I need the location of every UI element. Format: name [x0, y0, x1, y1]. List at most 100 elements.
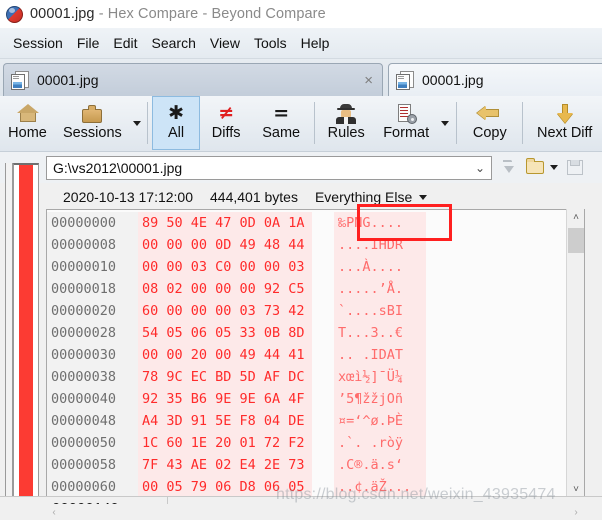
hex-offset: 00000008	[47, 234, 138, 256]
hex-row[interactable]: 00000028 54 05 06 05 33 0B 8D 80 T...3..€	[47, 322, 602, 344]
horizontal-scrollbar[interactable]: ‹ ›	[46, 504, 584, 520]
toolbar-next-diff-button[interactable]: Next Diff	[527, 96, 602, 150]
hex-row[interactable]: 00000030 00 00 20 00 49 44 41 54.. .IDAT	[47, 344, 602, 366]
hex-row[interactable]: 00000048 A4 3D 91 5E F8 04 DE C8 ¤=‘^ø.ÞÈ	[47, 410, 602, 432]
toolbar-same-button[interactable]: = Same	[253, 96, 310, 150]
difference-map[interactable]	[13, 163, 39, 498]
asterisk-icon: ✱	[168, 102, 184, 124]
toolbar-sessions-button[interactable]: Sessions	[55, 96, 130, 150]
hex-row[interactable]: 00000020 60 00 00 00 03 73 42 49 `....sBI	[47, 300, 602, 322]
path-value: G:\vs2012\00001.jpg	[53, 159, 183, 176]
hex-gap	[312, 410, 334, 432]
copy-left-arrow-icon	[477, 103, 503, 125]
hex-gap	[312, 366, 334, 388]
hex-row[interactable]: 00000060 00 05 79 06 D8 06 05 04 ..¢.äŽ...	[47, 476, 602, 497]
file-timestamp: 2020-10-13 17:12:00	[63, 189, 193, 205]
toolbar-rules-label: Rules	[327, 125, 365, 141]
toolbar: Home Sessions ✱ All ≠ Diffs = Same Rules…	[0, 96, 602, 152]
hex-gap	[312, 454, 334, 476]
hex-offset: 00000000	[47, 212, 138, 234]
hex-row[interactable]: 00000038 78 9C EC BD 5D AF DC BC xœì½]¯Ü¼	[47, 366, 602, 388]
tab-00001-jpg-left[interactable]: 00001.jpg ×	[3, 63, 383, 96]
next-diff-down-arrow-icon	[552, 103, 578, 125]
scroll-left-icon[interactable]: ‹	[46, 504, 62, 520]
open-folder-dropdown-chevron-down-icon[interactable]	[548, 155, 560, 180]
hex-gap	[312, 388, 334, 410]
not-equal-icon: ≠	[218, 102, 235, 124]
hex-offset: 00000058	[47, 454, 138, 476]
open-folder-icon[interactable]	[523, 155, 548, 180]
hex-bytes: 00 00 20 00 49 44 41 54	[138, 344, 329, 366]
hex-ascii: ....IHDR	[334, 234, 426, 256]
hex-row[interactable]: 00000050 1C 60 1E 20 01 72 F2 FF .`. .ròÿ	[47, 432, 602, 454]
format-dropdown-chevron-down-icon[interactable]	[439, 96, 453, 150]
document-image-icon	[11, 71, 29, 90]
hex-gap	[312, 344, 334, 366]
menu-item-edit[interactable]: Edit	[106, 32, 144, 55]
menu-item-file[interactable]: File	[70, 32, 107, 55]
hex-offset: 00000040	[47, 388, 138, 410]
close-icon[interactable]: ×	[361, 73, 376, 88]
tab-00001-jpg-right[interactable]: 00001.jpg	[388, 63, 602, 96]
toolbar-home-button[interactable]: Home	[0, 96, 55, 150]
menu-item-help[interactable]: Help	[294, 32, 337, 55]
hex-gap	[312, 278, 334, 300]
difference-map-bar	[19, 165, 33, 497]
title-bar: 00001.jpg - Hex Compare - Beyond Compare	[0, 0, 602, 28]
hex-ascii: .`. .ròÿ	[334, 432, 426, 454]
chevron-down-icon[interactable]: ⌄	[473, 162, 487, 174]
toolbar-same-label: Same	[262, 125, 301, 141]
menu-item-search[interactable]: Search	[145, 32, 203, 55]
toolbar-home-label: Home	[8, 125, 47, 141]
hex-row[interactable]: 00000058 7F 43 AE 02 E4 2E 73 91 .C®.ä.s‘	[47, 454, 602, 476]
hex-offset: 00000028	[47, 322, 138, 344]
document-image-icon	[396, 71, 414, 90]
hex-bytes: 78 9C EC BD 5D AF DC BC	[138, 366, 329, 388]
toolbar-diffs-button[interactable]: ≠ Diffs	[200, 96, 253, 150]
toolbar-copy-label: Copy	[472, 125, 507, 141]
hex-ascii: ‰PNG....	[334, 212, 426, 234]
hex-offset: 00000020	[47, 300, 138, 322]
toolbar-all-button[interactable]: ✱ All	[152, 96, 200, 150]
save-icon[interactable]	[563, 155, 588, 180]
scroll-right-icon[interactable]: ›	[568, 504, 584, 520]
refresh-arrow-icon[interactable]	[495, 155, 520, 180]
file-info-bar: 2020-10-13 17:12:00 444,401 bytes Everyt…	[46, 185, 466, 209]
judge-icon	[333, 103, 359, 125]
hex-ascii: ..¢.äŽ...	[334, 476, 426, 497]
scroll-up-icon[interactable]: ˄	[567, 209, 585, 226]
toolbar-separator	[313, 102, 315, 144]
hex-gap	[312, 476, 334, 497]
tab-strip: 00001.jpg × 00001.jpg	[0, 59, 602, 96]
toolbar-rules-button[interactable]: Rules	[319, 96, 374, 150]
hex-offset: 00000018	[47, 278, 138, 300]
hex-bytes: 00 00 00 0D 49 48 44 52	[138, 234, 329, 256]
toolbar-diffs-label: Diffs	[211, 125, 241, 141]
sessions-dropdown-chevron-down-icon[interactable]	[130, 96, 144, 150]
difference-map-track[interactable]	[5, 163, 13, 498]
window-title-suffix: - Hex Compare - Beyond Compare	[94, 6, 326, 22]
hex-ascii: ...À....	[334, 256, 426, 278]
hex-row[interactable]: 00000040 92 35 B6 9E 9E 6A 4F F1’5¶žžjOñ	[47, 388, 602, 410]
equal-icon: =	[273, 102, 290, 124]
hex-view-panel[interactable]: 00000000 89 50 4E 47 0D 0A 1A 0A ‰PNG.... 0…	[46, 209, 602, 498]
tab-label: 00001.jpg	[37, 72, 99, 88]
toolbar-format-label: Format	[383, 125, 430, 141]
menu-item-tools[interactable]: Tools	[247, 32, 294, 55]
toolbar-copy-button[interactable]: Copy	[461, 96, 518, 150]
format-document-icon	[393, 103, 419, 125]
menu-item-view[interactable]: View	[203, 32, 247, 55]
hex-row[interactable]: 00000018 08 02 00 00 00 92 C5 08 .....’Å.	[47, 278, 602, 300]
hex-row[interactable]: 00000000 89 50 4E 47 0D 0A 1A 0A ‰PNG....	[47, 212, 602, 234]
toolbar-separator	[522, 102, 524, 144]
menu-item-session[interactable]: Session	[6, 32, 70, 55]
toolbar-format-button[interactable]: Format	[374, 96, 439, 150]
vertical-scrollbar-thumb[interactable]	[568, 228, 584, 253]
hex-ascii: `....sBI	[334, 300, 426, 322]
hex-row[interactable]: 00000010 00 00 03 C0 00 00 03 B8 ...À....	[47, 256, 602, 278]
hex-gap	[312, 256, 334, 278]
vertical-scrollbar[interactable]: ˄ ˅	[566, 209, 584, 498]
hex-row[interactable]: 00000008 00 00 00 0D 49 48 44 52 ....IHDR	[47, 234, 602, 256]
file-format-dropdown[interactable]: Everything Else	[315, 189, 428, 205]
path-input[interactable]: G:\vs2012\00001.jpg ⌄	[46, 155, 492, 180]
